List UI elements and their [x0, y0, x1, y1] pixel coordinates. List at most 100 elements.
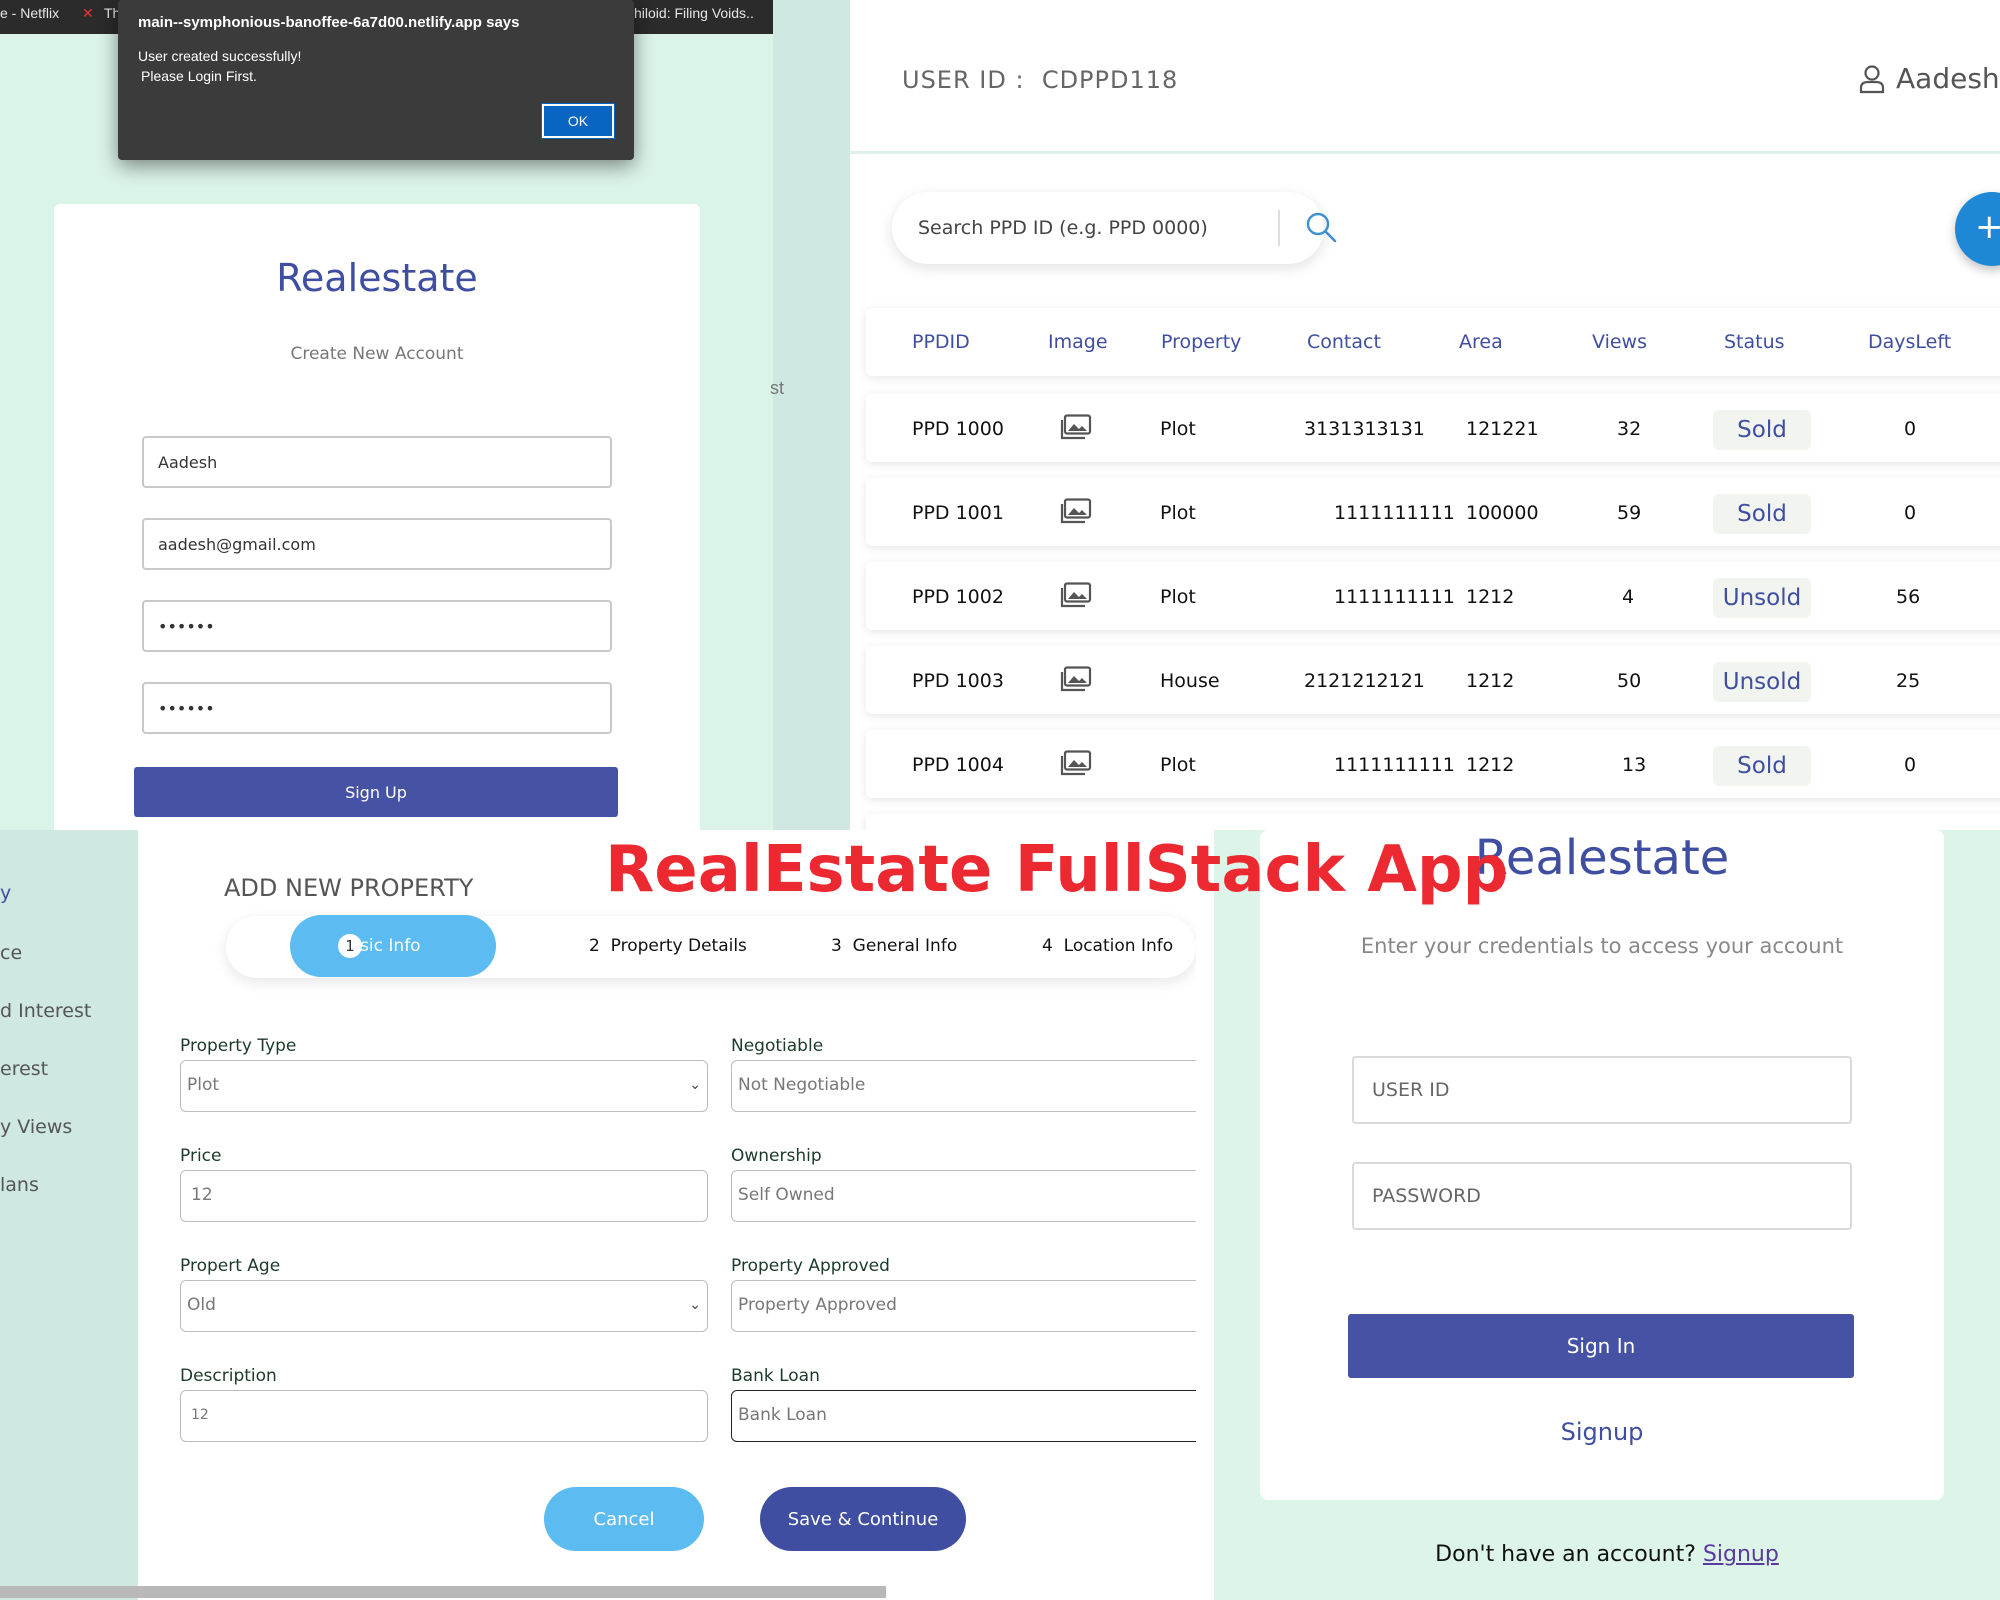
image-icon[interactable] [1060, 498, 1092, 524]
table-row[interactable]: PPD 1002 Plot 1111111111 1212 4 Unsold 5… [866, 562, 2000, 630]
status-badge[interactable]: Sold [1713, 746, 1811, 786]
field-value: 12 [191, 1185, 213, 1205]
days-left-cell: 25 [1896, 670, 1921, 692]
sidebar-item[interactable]: d Interest [0, 1000, 91, 1022]
signup-prompt: Don't have an account? Signup [1214, 1542, 2000, 1567]
image-icon[interactable] [1060, 750, 1092, 776]
image-icon[interactable] [1060, 666, 1092, 692]
column-header[interactable]: Contact [1307, 331, 1381, 353]
area-cell: 100000 [1466, 502, 1539, 524]
image-icon[interactable] [1060, 582, 1092, 608]
ownership-field[interactable]: Self Owned [731, 1170, 1196, 1222]
field-label: Bank Loan [731, 1366, 820, 1386]
property-age-select[interactable]: Old ⌄ [180, 1280, 708, 1332]
status-badge[interactable]: Sold [1713, 494, 1811, 534]
field-value: Not Negotiable [738, 1075, 866, 1095]
property-approved-field[interactable]: Property Approved [731, 1280, 1196, 1332]
column-header[interactable]: Area [1459, 331, 1503, 353]
price-field[interactable]: 12 [180, 1170, 708, 1222]
browser-tab[interactable]: hiloid: Filing Voids.. [634, 5, 754, 29]
field-label: Propert Age [180, 1256, 281, 1276]
field-label: Description [180, 1366, 277, 1386]
property-cell: Plot [1160, 586, 1196, 608]
contact-cell: 1111111111 [1334, 502, 1455, 524]
step-general-info[interactable]: 3 General Info [831, 936, 957, 956]
contact-cell: 2121212121 [1304, 670, 1425, 692]
field-label: Property Approved [731, 1256, 890, 1276]
bank-loan-field[interactable]: Bank Loan [731, 1390, 1196, 1442]
column-header[interactable]: Views [1592, 331, 1647, 353]
status-badge[interactable]: Unsold [1713, 578, 1811, 618]
signin-button[interactable]: Sign In [1348, 1314, 1854, 1378]
add-property-button[interactable]: + [1955, 192, 2000, 266]
save-continue-button[interactable]: Save & Continue [760, 1487, 966, 1551]
table-row[interactable]: PPD 1001 Plot 1111111111 100000 59 Sold … [866, 478, 2000, 546]
ppdid-cell: PPD 1001 [912, 502, 1004, 524]
background-text: st [770, 378, 785, 398]
signup-link[interactable]: Signup [1260, 1418, 1944, 1446]
status-badge[interactable]: Unsold [1713, 662, 1811, 702]
step-number: 2 [589, 936, 600, 956]
property-cell: Plot [1160, 418, 1196, 440]
area-cell: 1212 [1466, 586, 1515, 608]
table-row[interactable]: PPD 1003 House 2121212121 1212 50 Unsold… [866, 646, 2000, 714]
chevron-down-icon: ⌄ [689, 1077, 701, 1093]
area-cell: 1212 [1466, 754, 1515, 776]
table-row[interactable]: PPD 1000 Plot 3131313131 121221 32 Sold … [866, 394, 2000, 462]
table-row[interactable] [866, 814, 2000, 830]
search-input[interactable] [918, 210, 1238, 246]
close-icon[interactable]: ✕ [82, 5, 94, 29]
password-input[interactable] [1352, 1162, 1852, 1230]
step-basic-info[interactable]: Basic Info [290, 915, 496, 977]
column-header[interactable]: PPDID [912, 331, 970, 353]
status-badge[interactable]: Sold [1713, 410, 1811, 450]
user-id-input[interactable] [1352, 1056, 1852, 1124]
sidebar-item[interactable]: y Views [0, 1116, 72, 1138]
field-value: 12 [191, 1407, 209, 1423]
column-header[interactable]: DaysLeft [1868, 331, 1951, 353]
column-header[interactable]: Image [1048, 331, 1108, 353]
area-cell: 1212 [1466, 670, 1515, 692]
step-label: Location Info [1063, 936, 1174, 956]
description-field[interactable]: 12 [180, 1390, 708, 1442]
column-header[interactable]: Status [1724, 331, 1785, 353]
confirm-password-field[interactable] [142, 682, 612, 734]
search-icon[interactable] [1304, 210, 1338, 244]
sidebar-item[interactable]: erest [0, 1058, 48, 1080]
ppdid-cell: PPD 1004 [912, 754, 1004, 776]
step-location-info[interactable]: 4 Location Info [1042, 936, 1173, 956]
image-icon[interactable] [1060, 414, 1092, 440]
negotiable-field[interactable]: Not Negotiable [731, 1060, 1196, 1112]
table-row[interactable]: PPD 1004 Plot 1111111111 1212 13 Sold 0 [866, 730, 2000, 798]
signup-card: Realestate Create New Account Sign Up [54, 204, 700, 830]
footer-signup-link[interactable]: Signup [1703, 1542, 1779, 1567]
chevron-down-icon: ⌄ [689, 1297, 701, 1313]
select-value: Plot [187, 1075, 220, 1095]
signup-button[interactable]: Sign Up [134, 767, 618, 817]
views-cell: 4 [1622, 586, 1635, 608]
step-property-details[interactable]: 2 Property Details [589, 936, 747, 956]
password-field[interactable] [142, 600, 612, 652]
property-cell: Plot [1160, 754, 1196, 776]
property-type-select[interactable]: Plot ⌄ [180, 1060, 708, 1112]
name-field[interactable] [142, 436, 612, 488]
user-id-display: USER ID : CDPPD118 [902, 66, 1178, 94]
step-number: 1 [338, 934, 362, 958]
sidebar-item[interactable]: ce [0, 942, 22, 964]
sidebar-item[interactable]: y [0, 882, 11, 904]
ok-button[interactable]: OK [541, 103, 615, 139]
field-label: Price [180, 1146, 222, 1166]
sidebar-item[interactable]: lans [0, 1174, 39, 1196]
username[interactable]: Aadesh [1896, 62, 2000, 95]
footer-text: Don't have an account? [1435, 1542, 1696, 1567]
browser-tab[interactable]: e - Netflix [0, 5, 59, 29]
email-field[interactable] [142, 518, 612, 570]
column-header[interactable]: Property [1161, 331, 1241, 353]
user-icon[interactable] [1858, 64, 1886, 94]
cancel-button[interactable]: Cancel [544, 1487, 704, 1551]
banner-title: RealEstate FullStack App [605, 833, 1509, 907]
field-label: Property Type [180, 1036, 297, 1056]
horizontal-scrollbar[interactable] [0, 1586, 886, 1598]
views-cell: 32 [1617, 418, 1642, 440]
alert-message: User created successfully! [138, 48, 302, 64]
